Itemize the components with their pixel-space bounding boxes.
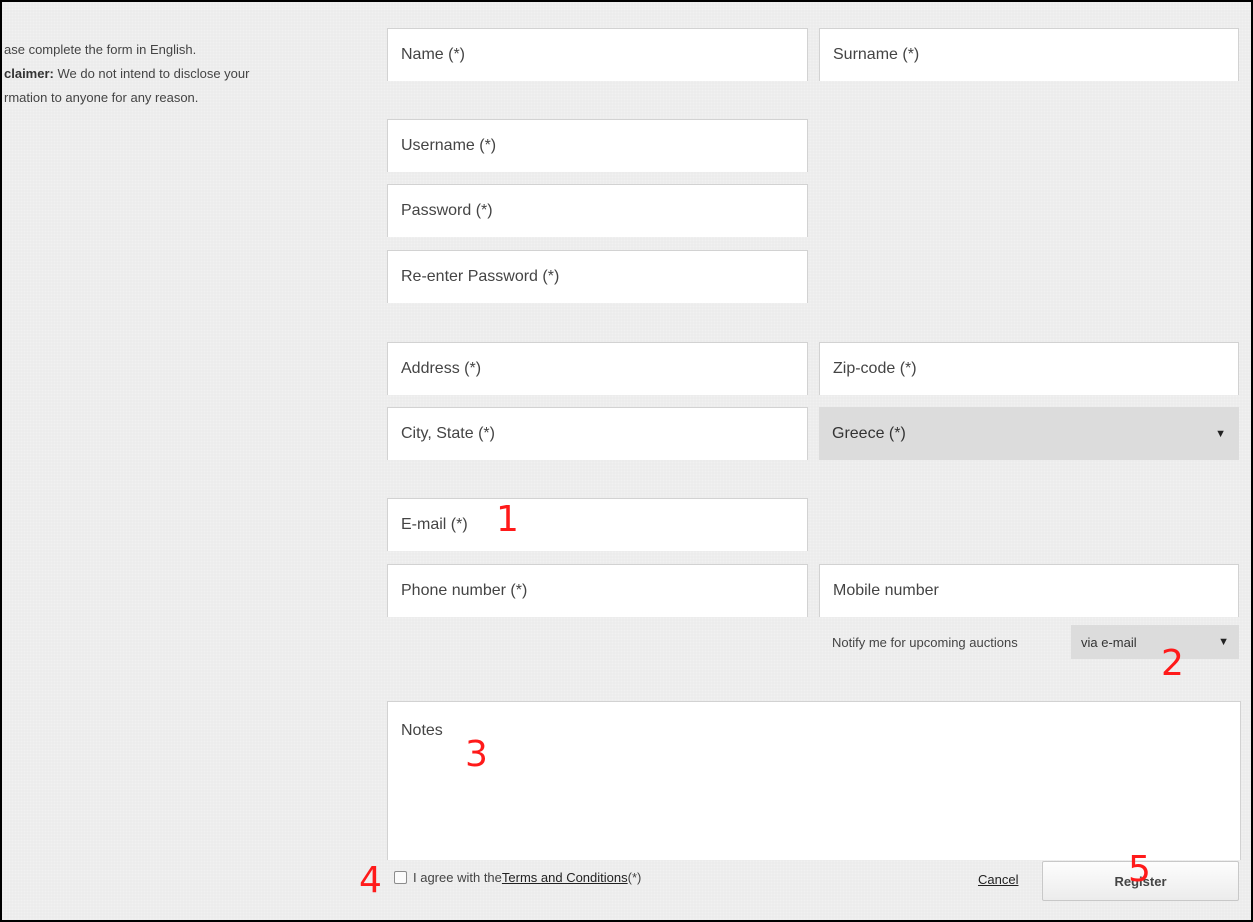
cancel-link[interactable]: Cancel bbox=[978, 872, 1018, 887]
terms-agreement: I agree with the Terms and Conditions (*… bbox=[394, 870, 641, 885]
city-state-input[interactable] bbox=[401, 425, 794, 443]
surname-input[interactable] bbox=[833, 46, 1225, 64]
country-select-value: Greece (*) bbox=[832, 424, 906, 442]
annotation-marker-2: 2 bbox=[1161, 643, 1184, 684]
password-input[interactable] bbox=[401, 202, 794, 220]
mobile-field[interactable] bbox=[819, 564, 1239, 617]
agree-suffix: (*) bbox=[627, 870, 642, 885]
notes-textarea[interactable]: Notes bbox=[387, 701, 1241, 860]
zipcode-field[interactable] bbox=[819, 342, 1239, 395]
address-field[interactable] bbox=[387, 342, 808, 395]
zipcode-input[interactable] bbox=[833, 360, 1225, 378]
terms-checkbox[interactable] bbox=[394, 871, 407, 884]
country-select[interactable]: Greece (*) ▼ bbox=[819, 407, 1239, 460]
notify-label: Notify me for upcoming auctions bbox=[832, 635, 1018, 650]
name-field[interactable] bbox=[387, 28, 808, 81]
disclaimer-line-2: rmation to anyone for any reason. bbox=[4, 90, 199, 105]
disclaimer-label: claimer: bbox=[4, 66, 54, 81]
disclaimer-text: We do not intend to disclose your bbox=[53, 66, 250, 81]
annotation-marker-1: 1 bbox=[496, 499, 519, 540]
page-frame: ase complete the form in English. claime… bbox=[0, 0, 1253, 922]
annotation-marker-3: 3 bbox=[465, 734, 488, 775]
username-field[interactable] bbox=[387, 119, 808, 172]
name-input[interactable] bbox=[401, 46, 794, 64]
address-input[interactable] bbox=[401, 360, 794, 378]
notes-placeholder: Notes bbox=[401, 722, 443, 739]
password-field[interactable] bbox=[387, 184, 808, 237]
reenter-password-field[interactable] bbox=[387, 250, 808, 303]
notify-select-value: via e-mail bbox=[1081, 634, 1137, 650]
chevron-down-icon: ▼ bbox=[1215, 427, 1226, 440]
instruction-line: ase complete the form in English. bbox=[4, 42, 197, 57]
form-instructions: ase complete the form in English. claime… bbox=[4, 38, 364, 110]
disclaimer-line: claimer: We do not intend to disclose yo… bbox=[4, 62, 364, 86]
surname-field[interactable] bbox=[819, 28, 1239, 81]
city-state-field[interactable] bbox=[387, 407, 808, 460]
notify-select[interactable]: via e-mail ▼ bbox=[1071, 625, 1239, 659]
reenter-password-input[interactable] bbox=[401, 268, 794, 286]
chevron-down-icon: ▼ bbox=[1218, 636, 1229, 648]
annotation-marker-5: 5 bbox=[1128, 849, 1151, 890]
agree-prefix: I agree with the bbox=[413, 870, 502, 885]
mobile-input[interactable] bbox=[833, 582, 1225, 600]
phone-field[interactable] bbox=[387, 564, 808, 617]
email-input[interactable] bbox=[401, 516, 794, 534]
terms-link[interactable]: Terms and Conditions bbox=[502, 870, 628, 885]
username-input[interactable] bbox=[401, 137, 794, 155]
annotation-marker-4: 4 bbox=[359, 860, 382, 901]
phone-input[interactable] bbox=[401, 582, 794, 600]
email-field[interactable] bbox=[387, 498, 808, 551]
